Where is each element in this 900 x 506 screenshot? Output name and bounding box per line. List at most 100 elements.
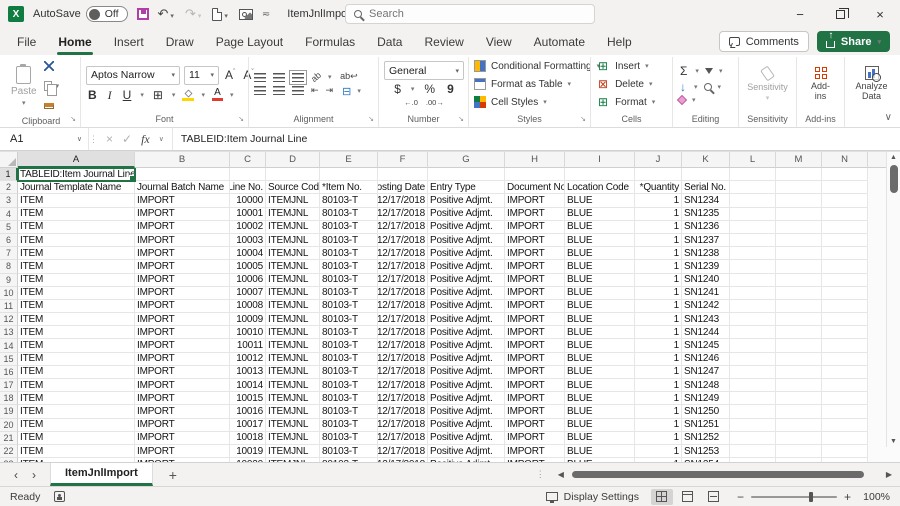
row-header-19[interactable]: 19 bbox=[0, 405, 18, 418]
cell-M20[interactable] bbox=[776, 419, 822, 432]
number-format-select[interactable]: General▾ bbox=[384, 61, 464, 80]
cell-N6[interactable] bbox=[822, 234, 868, 247]
cell-H19[interactable]: IMPORT bbox=[505, 405, 565, 418]
row-header-13[interactable]: 13 bbox=[0, 326, 18, 339]
cell-G22[interactable]: Positive Adjmt. bbox=[428, 445, 505, 458]
namebox-resizer[interactable]: ⋮ bbox=[88, 128, 98, 150]
cell-I7[interactable]: BLUE bbox=[565, 247, 635, 260]
cell-B16[interactable]: IMPORT bbox=[135, 366, 230, 379]
zoom-slider-thumb[interactable] bbox=[809, 492, 813, 502]
cell-I15[interactable]: BLUE bbox=[565, 353, 635, 366]
cell-K19[interactable]: SN1250 bbox=[682, 405, 730, 418]
cell-E5[interactable]: 80103-T bbox=[320, 221, 378, 234]
cell-B19[interactable]: IMPORT bbox=[135, 405, 230, 418]
cell-I4[interactable]: BLUE bbox=[565, 208, 635, 221]
collapse-ribbon-button[interactable]: ∨ bbox=[885, 112, 892, 123]
decrease-decimal-button[interactable]: .00→ bbox=[426, 98, 444, 107]
cell-N3[interactable] bbox=[822, 194, 868, 207]
cell-F19[interactable]: 12/17/2018 bbox=[378, 405, 428, 418]
insert-cells-button[interactable]: ⊞Insert▾ bbox=[596, 58, 655, 74]
increase-indent-button[interactable]: ⇥ bbox=[326, 85, 334, 96]
cell-K23[interactable]: SN1254 bbox=[682, 458, 730, 462]
tab-page-layout[interactable]: Page Layout bbox=[205, 30, 294, 55]
autosum-button[interactable]: Σ bbox=[678, 64, 689, 78]
cell-C16[interactable]: 10013 bbox=[230, 366, 266, 379]
cell-K18[interactable]: SN1249 bbox=[682, 392, 730, 405]
row-header-15[interactable]: 15 bbox=[0, 353, 18, 366]
cell-H20[interactable]: IMPORT bbox=[505, 419, 565, 432]
cell-L7[interactable] bbox=[730, 247, 776, 260]
cell-L11[interactable] bbox=[730, 300, 776, 313]
cell-I18[interactable]: BLUE bbox=[565, 392, 635, 405]
cell-E17[interactable]: 80103-T bbox=[320, 379, 378, 392]
cell-K11[interactable]: SN1242 bbox=[682, 300, 730, 313]
cell-G17[interactable]: Positive Adjmt. bbox=[428, 379, 505, 392]
cell-L22[interactable] bbox=[730, 445, 776, 458]
row-header-11[interactable]: 11 bbox=[0, 300, 18, 313]
row-header-7[interactable]: 7 bbox=[0, 247, 18, 260]
cell-C2[interactable]: Line No. bbox=[230, 181, 266, 194]
fill-button[interactable]: ↓ bbox=[678, 80, 688, 94]
align-bottom-button[interactable] bbox=[292, 73, 304, 82]
cell-J10[interactable]: 1 bbox=[635, 287, 682, 300]
cell-styles-button[interactable]: Cell Styles▾ bbox=[474, 94, 600, 110]
cell-I16[interactable]: BLUE bbox=[565, 366, 635, 379]
comma-format-button[interactable]: 9 bbox=[445, 82, 456, 96]
copy-button[interactable]: ▾ bbox=[44, 78, 60, 94]
cell-J4[interactable]: 1 bbox=[635, 208, 682, 221]
row-header-20[interactable]: 20 bbox=[0, 419, 18, 432]
cell-M10[interactable] bbox=[776, 287, 822, 300]
cell-K4[interactable]: SN1235 bbox=[682, 208, 730, 221]
share-button[interactable]: Share▾ bbox=[817, 31, 890, 52]
cell-M16[interactable] bbox=[776, 366, 822, 379]
cell-N18[interactable] bbox=[822, 392, 868, 405]
cell-D20[interactable]: ITEMJNL bbox=[266, 419, 320, 432]
column-header-g[interactable]: G bbox=[428, 152, 505, 168]
page-break-view-button[interactable] bbox=[703, 489, 725, 505]
cell-G14[interactable]: Positive Adjmt. bbox=[428, 339, 505, 352]
orientation-button[interactable]: ab bbox=[309, 70, 323, 84]
cell-H7[interactable]: IMPORT bbox=[505, 247, 565, 260]
cell-L23[interactable] bbox=[730, 458, 776, 462]
cell-F20[interactable]: 12/17/2018 bbox=[378, 419, 428, 432]
font-dialog-launcher[interactable]: ↘ bbox=[238, 115, 244, 123]
cell-F16[interactable]: 12/17/2018 bbox=[378, 366, 428, 379]
cell-E18[interactable]: 80103-T bbox=[320, 392, 378, 405]
format-painter-button[interactable] bbox=[44, 98, 60, 114]
cell-A8[interactable]: ITEM bbox=[18, 260, 135, 273]
cell-G4[interactable]: Positive Adjmt. bbox=[428, 208, 505, 221]
cell-G21[interactable]: Positive Adjmt. bbox=[428, 432, 505, 445]
column-header-b[interactable]: B bbox=[135, 152, 230, 168]
cell-E16[interactable]: 80103-T bbox=[320, 366, 378, 379]
cell-H2[interactable]: Document No. bbox=[505, 181, 565, 194]
cell-E9[interactable]: 80103-T bbox=[320, 274, 378, 287]
cell-B18[interactable]: IMPORT bbox=[135, 392, 230, 405]
column-header-e[interactable]: E bbox=[320, 152, 378, 168]
cell-C20[interactable]: 10017 bbox=[230, 419, 266, 432]
cell-B11[interactable]: IMPORT bbox=[135, 300, 230, 313]
formula-bar-expand-icon[interactable]: ∨ bbox=[159, 135, 164, 143]
cell-A23[interactable]: ITEM bbox=[18, 458, 135, 462]
cell-L12[interactable] bbox=[730, 313, 776, 326]
cell-M21[interactable] bbox=[776, 432, 822, 445]
cell-J17[interactable]: 1 bbox=[635, 379, 682, 392]
row-header-1[interactable]: 1 bbox=[0, 168, 18, 181]
cell-D18[interactable]: ITEMJNL bbox=[266, 392, 320, 405]
cell-G6[interactable]: Positive Adjmt. bbox=[428, 234, 505, 247]
row-header-17[interactable]: 17 bbox=[0, 379, 18, 392]
cell-D9[interactable]: ITEMJNL bbox=[266, 274, 320, 287]
cell-D3[interactable]: ITEMJNL bbox=[266, 194, 320, 207]
cell-H5[interactable]: IMPORT bbox=[505, 221, 565, 234]
tab-view[interactable]: View bbox=[475, 30, 523, 55]
cell-D13[interactable]: ITEMJNL bbox=[266, 326, 320, 339]
cell-G19[interactable]: Positive Adjmt. bbox=[428, 405, 505, 418]
cell-L2[interactable] bbox=[730, 181, 776, 194]
cell-K16[interactable]: SN1247 bbox=[682, 366, 730, 379]
cell-A17[interactable]: ITEM bbox=[18, 379, 135, 392]
currency-format-button[interactable]: $ bbox=[392, 82, 403, 96]
cell-F8[interactable]: 12/17/2018 bbox=[378, 260, 428, 273]
cell-E23[interactable]: 80103-T bbox=[320, 458, 378, 462]
formula-bar-content[interactable]: TABLEID:Item Journal Line bbox=[173, 128, 315, 150]
cell-C19[interactable]: 10016 bbox=[230, 405, 266, 418]
cell-M6[interactable] bbox=[776, 234, 822, 247]
